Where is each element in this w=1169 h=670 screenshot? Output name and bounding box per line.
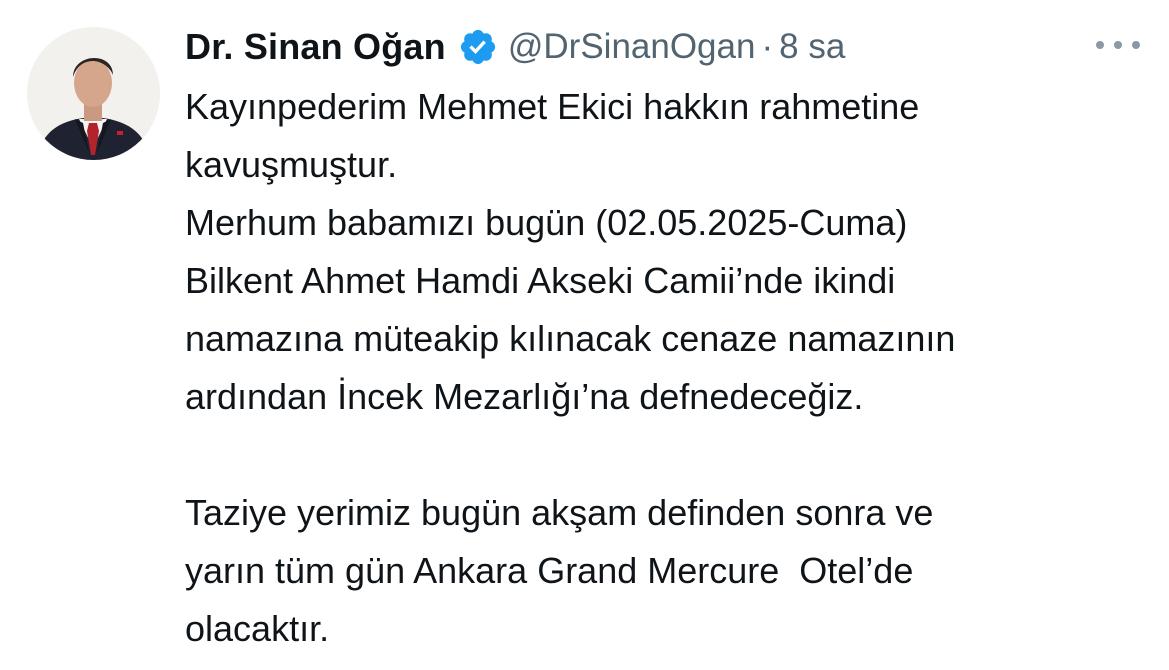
tweet-text-line: yarın tüm gün Ankara Grand Mercure Otel’… xyxy=(185,550,914,591)
tweet-text-line: Merhum babamızı bugün (02.05.2025-Cuma) xyxy=(185,202,908,243)
timestamp[interactable]: 8 sa xyxy=(779,27,845,67)
tweet-text-line: ardından İncek Mezarlığı’na defnedeceğiz… xyxy=(185,376,864,417)
more-options-icon[interactable] xyxy=(1096,32,1140,58)
more-dot-icon xyxy=(1132,41,1140,49)
tweet-text-line: Kayınpederim Mehmet Ekici hakkın rahmeti… xyxy=(185,86,920,127)
author-handle[interactable]: @DrSinanOgan xyxy=(508,27,756,67)
separator-dot: · xyxy=(761,27,774,66)
tweet-text: Kayınpederim Mehmet Ekici hakkın rahmeti… xyxy=(185,78,1155,658)
verified-badge-icon xyxy=(458,27,498,67)
avatar-image xyxy=(27,27,160,160)
more-dot-icon xyxy=(1114,41,1122,49)
tweet-text-line: olacaktır. xyxy=(185,608,330,649)
tweet-text-line: kavuşmuştur. xyxy=(185,144,398,185)
tweet-text-line: Taziye yerimiz bugün akşam definden sonr… xyxy=(185,492,934,533)
paragraph-break xyxy=(185,426,1155,484)
tweet-card[interactable]: Dr. Sinan Oğan @DrSinanOgan · 8 sa Kayın… xyxy=(0,0,1169,670)
tweet-header: Dr. Sinan Oğan @DrSinanOgan · 8 sa xyxy=(185,22,845,72)
tweet-text-line: namazına müteakip kılınacak cenaze namaz… xyxy=(185,318,956,359)
author-name[interactable]: Dr. Sinan Oğan xyxy=(185,26,446,68)
more-dot-icon xyxy=(1096,41,1104,49)
tweet-text-line: Bilkent Ahmet Hamdi Akseki Camii’nde iki… xyxy=(185,260,896,301)
avatar[interactable] xyxy=(27,27,160,160)
